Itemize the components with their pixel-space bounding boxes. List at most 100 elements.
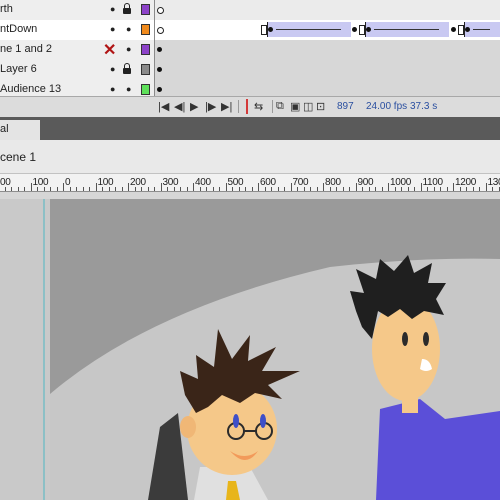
ruler-tick	[316, 187, 318, 191]
lock-dot-icon[interactable]: ●	[126, 24, 131, 34]
play-icon[interactable]: ▶	[190, 100, 198, 113]
layer-name: ne 1 and 2	[0, 43, 52, 55]
motion-tween-span[interactable]	[267, 22, 351, 37]
center-frame-icon[interactable]: ⧉	[276, 100, 284, 113]
layer-name: ntDown	[0, 23, 38, 35]
ruler-tick	[479, 187, 480, 191]
lock-icon[interactable]	[123, 63, 131, 74]
ruler-tick	[180, 187, 181, 191]
keyframe[interactable]	[268, 27, 273, 32]
layer-name: Layer 6	[0, 63, 37, 75]
elapsed-time-value[interactable]: 37.3 s	[410, 101, 437, 112]
document-tab-bar: al	[0, 117, 500, 140]
ruler-tick	[82, 187, 84, 191]
keyframe[interactable]	[157, 47, 162, 52]
ruler-tick	[446, 187, 448, 191]
layer-name-cell[interactable]: rth ●	[0, 0, 155, 20]
ruler-tick	[368, 187, 370, 191]
layer-name-cell[interactable]: ne 1 and 2 ✕ ●	[0, 40, 155, 60]
keyframe[interactable]	[157, 87, 162, 92]
ruler-tick	[472, 187, 474, 191]
playhead-marker[interactable]	[246, 99, 248, 114]
ruler-tick	[225, 183, 227, 191]
ruler-tick	[154, 187, 155, 191]
layer-row[interactable]: Audience 13 ● ●	[0, 80, 500, 100]
layer-name: Audience 13	[0, 83, 62, 95]
ruler-tick	[310, 187, 311, 191]
ruler-tick	[147, 187, 149, 191]
ruler-label: 100	[97, 177, 114, 188]
onion-outline-icon[interactable]: ◫	[303, 100, 313, 113]
layer-name-cell[interactable]: Layer 6 ●	[0, 60, 155, 80]
lock-dot-icon[interactable]: ●	[126, 44, 131, 54]
keyframe[interactable]	[366, 27, 371, 32]
ruler-tick	[381, 187, 383, 191]
first-frame-icon[interactable]: |◀	[158, 100, 169, 113]
ruler-tick	[199, 187, 201, 191]
ruler-tick	[160, 183, 162, 191]
ruler-tick	[56, 187, 58, 191]
motion-tween-span[interactable]	[365, 22, 449, 37]
layer-frames[interactable]	[155, 20, 500, 40]
layer-row[interactable]: Layer 6 ●	[0, 60, 500, 81]
visibility-dot-icon[interactable]: ●	[110, 4, 115, 14]
ruler-tick	[407, 187, 409, 191]
ruler-tick	[264, 187, 266, 191]
empty-keyframe[interactable]	[157, 27, 164, 34]
layer-color-swatch[interactable]	[141, 84, 150, 95]
visibility-dot-icon[interactable]: ●	[110, 24, 115, 34]
layer-color-swatch[interactable]	[141, 24, 150, 35]
ruler-label: 700	[292, 177, 309, 188]
layer-name-cell[interactable]: ntDown ● ●	[0, 20, 155, 40]
lock-icon[interactable]	[123, 3, 131, 14]
lock-dot-icon[interactable]: ●	[126, 84, 131, 94]
stage[interactable]	[0, 199, 500, 500]
hidden-x-icon[interactable]: ✕	[103, 40, 116, 60]
ruler-tick	[17, 187, 19, 191]
ruler-tick	[427, 187, 428, 191]
ruler-tick	[89, 187, 90, 191]
edit-multiple-frames-icon[interactable]: ⊡	[316, 100, 325, 113]
ruler-tick	[323, 183, 324, 191]
ruler-tick	[121, 187, 123, 191]
current-frame-value[interactable]: 897	[337, 101, 354, 112]
onion-skin-icon[interactable]: ▣	[290, 100, 300, 113]
character-eye	[423, 332, 429, 346]
empty-keyframe[interactable]	[157, 7, 164, 14]
step-back-icon[interactable]: ◀|	[174, 100, 185, 113]
layer-row[interactable]: ne 1 and 2 ✕ ●	[0, 40, 500, 61]
ruler-tick	[108, 187, 110, 191]
keyframe[interactable]	[352, 27, 357, 32]
ruler-tick	[4, 187, 6, 191]
horizontal-ruler: 00 100 0 100 200 300 400 500 600 700 800 900 1000 110…	[0, 174, 500, 192]
ruler-tick	[388, 183, 389, 191]
last-frame-icon[interactable]: ▶|	[221, 100, 232, 113]
ruler-tick	[329, 187, 331, 191]
ruler-tick	[498, 187, 500, 191]
ruler-tick	[24, 187, 25, 191]
layer-row[interactable]: rth ●	[0, 0, 500, 21]
ruler-tick	[193, 183, 194, 191]
layer-color-swatch[interactable]	[141, 64, 150, 75]
ruler-tick	[95, 183, 97, 191]
layer-color-swatch[interactable]	[141, 4, 150, 15]
stage-canvas[interactable]	[0, 199, 500, 500]
layer-frames[interactable]	[155, 60, 500, 80]
keyframe[interactable]	[451, 27, 456, 32]
visibility-dot-icon[interactable]: ●	[110, 64, 115, 74]
layer-color-swatch[interactable]	[141, 44, 150, 55]
layer-name: rth	[0, 3, 13, 15]
frame-rate-value[interactable]: 24.00 fps	[366, 101, 407, 112]
scene-name[interactable]: cene 1	[0, 150, 36, 164]
document-tab[interactable]: al	[0, 120, 40, 140]
keyframe[interactable]	[465, 27, 470, 32]
layer-row[interactable]: ntDown ● ●	[0, 20, 500, 41]
layer-frames[interactable]	[155, 0, 500, 20]
visibility-dot-icon[interactable]: ●	[110, 84, 115, 94]
layer-frames[interactable]	[155, 40, 500, 60]
step-forward-icon[interactable]: |▶	[205, 100, 216, 113]
loop-icon[interactable]: ⇆	[254, 100, 263, 113]
ruler-tick	[355, 183, 357, 191]
keyframe[interactable]	[157, 67, 162, 72]
edit-bar: cene 1	[0, 140, 500, 174]
